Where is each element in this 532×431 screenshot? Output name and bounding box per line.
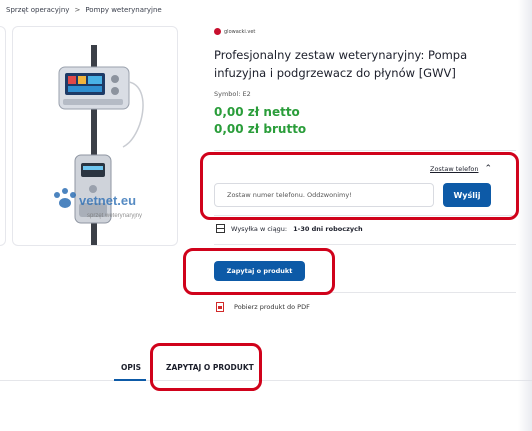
pdf-link-label: Pobierz produkt do PDF	[234, 303, 310, 311]
pdf-icon	[216, 302, 224, 312]
product-title: Profesjonalny zestaw weterynaryjny: Pomp…	[214, 48, 468, 80]
shipping-value: 1-30 dni roboczych	[293, 224, 363, 233]
divider	[214, 150, 516, 151]
brand-logo[interactable]: glowacki.vet	[214, 28, 255, 35]
product-image-gallery[interactable]: vetnet.eu sprzęt weterynaryjny	[12, 26, 178, 246]
page: Sprzęt operacyjny > Pompy weterynaryjne	[0, 0, 532, 431]
breadcrumb-item-pompy[interactable]: Pompy weterynaryjne	[85, 6, 161, 14]
product-image: vetnet.eu sprzęt weterynaryjny	[54, 45, 144, 245]
highlight-ask-button	[183, 248, 335, 295]
price-gross: 0,00 zł brutto	[214, 122, 307, 136]
watermark-subtext: sprzęt weterynaryjny	[87, 213, 142, 219]
watermark-text: vetnet.eu	[79, 193, 136, 208]
tab-opis[interactable]: OPIS	[121, 363, 141, 372]
shipping-info: Wysyłka w ciągu: 1-30 dni roboczych	[216, 224, 363, 233]
highlight-callback-section	[200, 152, 519, 220]
breadcrumb-separator: >	[74, 6, 81, 14]
price-net: 0,00 zł netto	[214, 105, 300, 119]
tab-active-indicator	[114, 379, 146, 381]
gallery-thumbnail[interactable]	[0, 26, 6, 246]
package-icon	[216, 224, 225, 233]
edge-shade	[518, 0, 532, 431]
product-symbol: Symbol: E2	[214, 90, 251, 98]
breadcrumb: Sprzęt operacyjny > Pompy weterynaryjne	[6, 6, 162, 14]
shipping-label: Wysyłka w ciągu:	[231, 224, 288, 233]
highlight-ask-tab	[150, 343, 262, 391]
tabs-divider	[0, 380, 532, 381]
brand-logo-icon	[214, 28, 221, 35]
pdf-download-link[interactable]: Pobierz produkt do PDF	[216, 302, 310, 312]
breadcrumb-item-sprzet[interactable]: Sprzęt operacyjny	[6, 6, 69, 14]
divider	[214, 244, 516, 245]
brand-name: glowacki.vet	[224, 28, 256, 35]
